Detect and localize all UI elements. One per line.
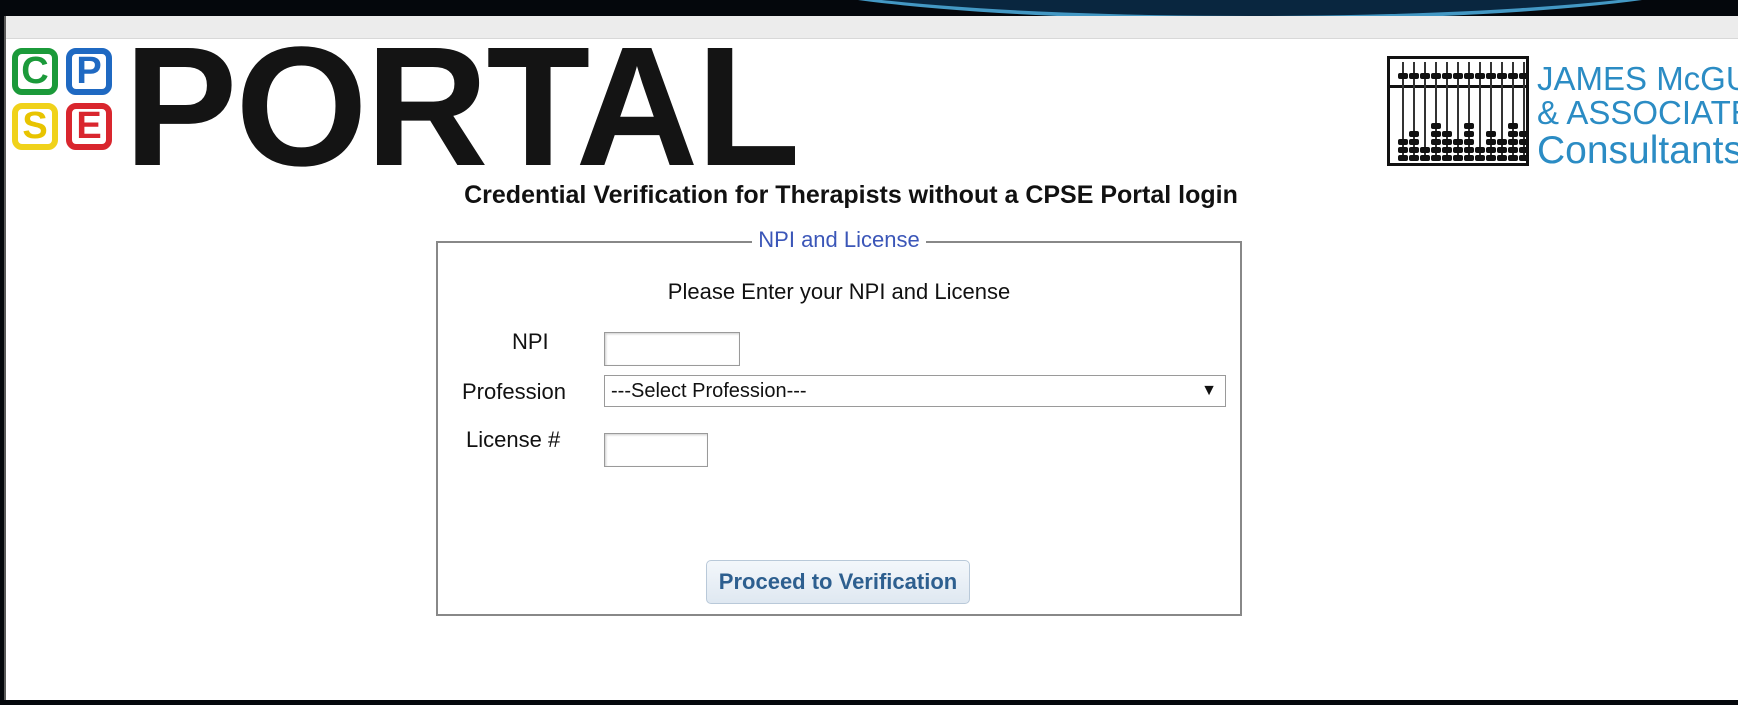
abacus-bead xyxy=(1497,155,1507,161)
fieldset-legend-text: NPI and License xyxy=(752,227,926,252)
company-name-line1: JAMES McGUI xyxy=(1537,60,1738,97)
logo-letter-c: C xyxy=(12,48,58,95)
browser-content: C P S E PORTAL JAMES McGUI & ASSOCIATE C… xyxy=(4,16,1738,700)
proceed-to-verification-button[interactable]: Proceed to Verification xyxy=(706,560,970,604)
abacus-bead xyxy=(1464,139,1474,145)
abacus-bead xyxy=(1475,155,1485,161)
company-logo: JAMES McGUI & ASSOCIATE Consultants xyxy=(1387,56,1738,176)
npi-input[interactable] xyxy=(604,332,740,366)
abacus-bead xyxy=(1464,73,1474,79)
abacus-bead xyxy=(1486,131,1496,137)
abacus-bead xyxy=(1453,155,1463,161)
abacus-bead xyxy=(1508,131,1518,137)
abacus-bead xyxy=(1497,147,1507,153)
abacus-bead xyxy=(1508,139,1518,145)
abacus-bead xyxy=(1409,155,1419,161)
abacus-bead xyxy=(1508,123,1518,129)
abacus-bead xyxy=(1409,139,1419,145)
abacus-bead xyxy=(1497,73,1507,79)
company-name-line2: & ASSOCIATE xyxy=(1537,94,1738,131)
abacus-bead xyxy=(1519,147,1529,153)
portal-title: PORTAL xyxy=(124,16,800,202)
profession-select[interactable]: ---Select Profession--- ▼ xyxy=(604,375,1226,407)
license-label: License # xyxy=(466,427,561,452)
npi-label: NPI xyxy=(512,329,549,354)
license-input[interactable] xyxy=(604,433,708,467)
abacus-bead xyxy=(1420,155,1430,161)
abacus-bead xyxy=(1508,155,1518,161)
abacus-bead xyxy=(1486,147,1496,153)
abacus-bead xyxy=(1453,147,1463,153)
abacus-bead xyxy=(1442,131,1452,137)
abacus-bead xyxy=(1398,73,1408,79)
abacus-bead xyxy=(1398,139,1408,145)
abacus-bead xyxy=(1519,73,1529,79)
abacus-bead xyxy=(1475,147,1485,153)
abacus-bead xyxy=(1420,73,1430,79)
form-instructions: Please Enter your NPI and License xyxy=(667,279,1011,304)
abacus-bead xyxy=(1508,73,1518,79)
abacus-bead xyxy=(1409,73,1419,79)
abacus-icon xyxy=(1387,56,1529,166)
abacus-bead xyxy=(1431,155,1441,161)
abacus-bead xyxy=(1497,139,1507,145)
page-title: Credential Verification for Therapists w… xyxy=(464,181,1238,209)
logo-letter-s: S xyxy=(12,103,58,150)
abacus-bead xyxy=(1508,147,1518,153)
profession-selected-value: ---Select Profession--- xyxy=(611,380,807,402)
abacus-bead xyxy=(1431,123,1441,129)
abacus-bead xyxy=(1464,131,1474,137)
abacus-bead xyxy=(1453,139,1463,145)
abacus-bead xyxy=(1519,131,1529,137)
abacus-bead xyxy=(1420,147,1430,153)
abacus-bead xyxy=(1442,139,1452,145)
abacus-bead xyxy=(1409,147,1419,153)
abacus-bead xyxy=(1398,155,1408,161)
abacus-bead xyxy=(1475,73,1485,79)
cpse-logo: C P S E xyxy=(12,48,120,160)
abacus-bead xyxy=(1464,155,1474,161)
abacus-bead xyxy=(1464,147,1474,153)
logo-letter-p: P xyxy=(66,48,112,95)
abacus-bead xyxy=(1442,147,1452,153)
abacus-bead xyxy=(1442,155,1452,161)
abacus-bead xyxy=(1431,131,1441,137)
logo-letter-e: E xyxy=(66,103,112,150)
abacus-bead xyxy=(1486,139,1496,145)
abacus-bead xyxy=(1464,123,1474,129)
abacus-bead xyxy=(1486,73,1496,79)
company-name: JAMES McGUI & ASSOCIATE Consultants xyxy=(1537,62,1738,172)
abacus-bead xyxy=(1409,131,1419,137)
profession-label: Profession xyxy=(462,379,566,404)
abacus-bead xyxy=(1442,73,1452,79)
company-name-line3: Consultants xyxy=(1537,129,1738,172)
fieldset-legend: NPI and License xyxy=(438,227,1240,253)
dropdown-caret-icon: ▼ xyxy=(1201,382,1217,399)
abacus-bead xyxy=(1519,155,1529,161)
abacus-bead xyxy=(1486,155,1496,161)
abacus-bead xyxy=(1398,147,1408,153)
abacus-bead xyxy=(1431,73,1441,79)
abacus-bead xyxy=(1431,139,1441,145)
npi-license-fieldset: NPI and License Please Enter your NPI an… xyxy=(436,227,1242,616)
abacus-bead xyxy=(1453,73,1463,79)
abacus-bead xyxy=(1519,139,1529,145)
abacus-bead xyxy=(1431,147,1441,153)
